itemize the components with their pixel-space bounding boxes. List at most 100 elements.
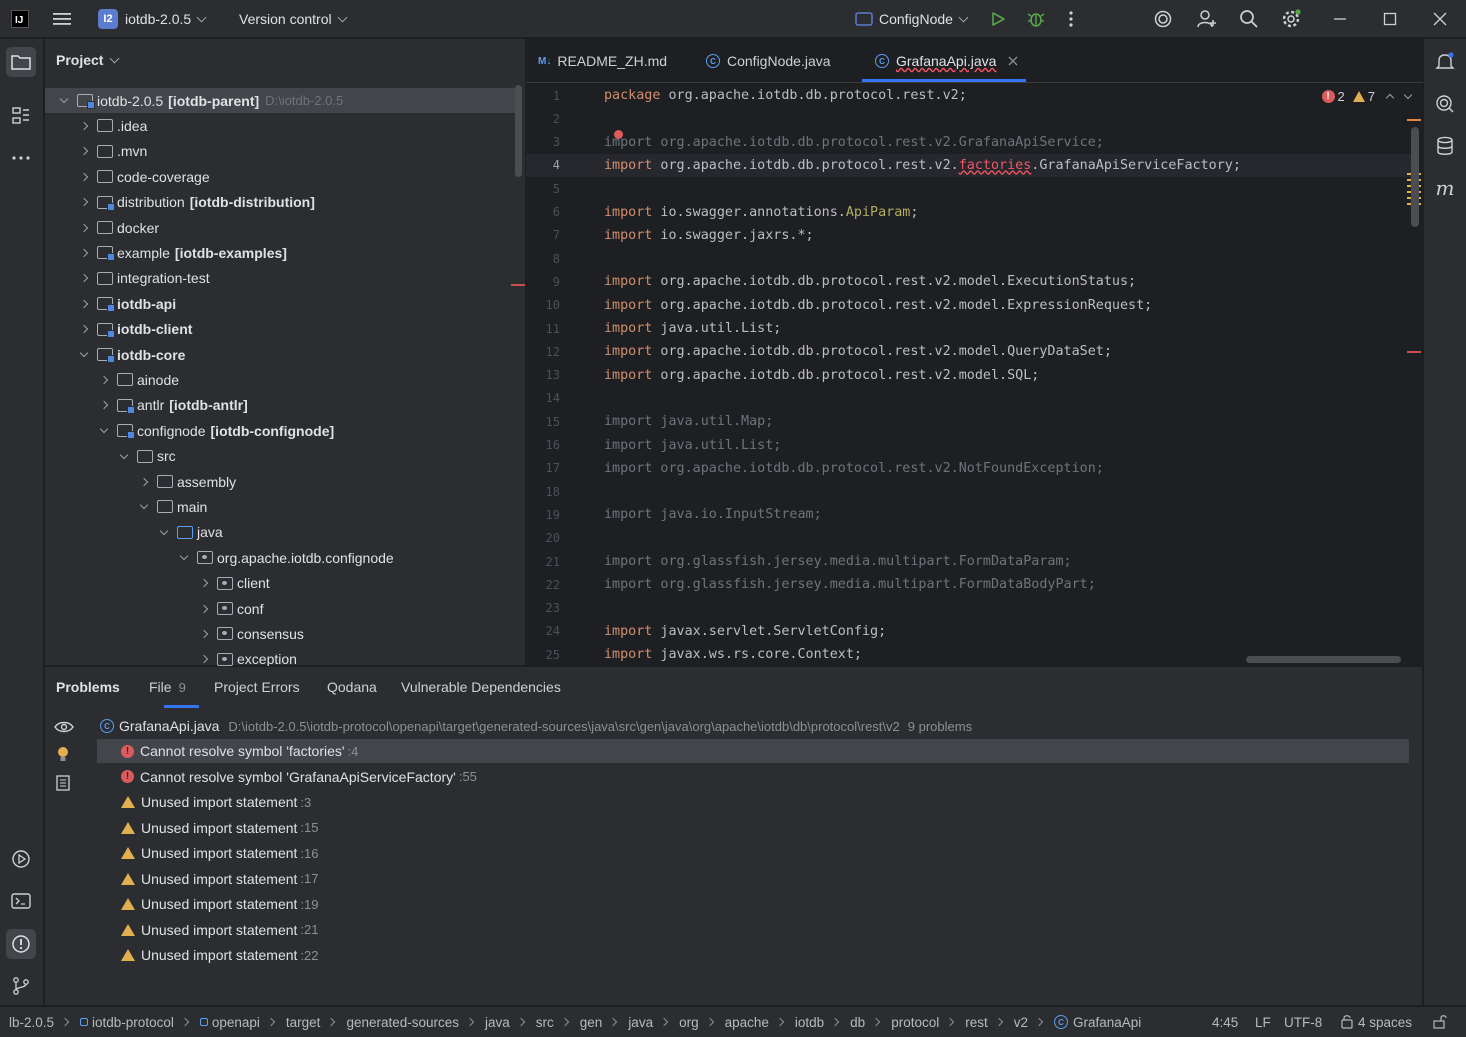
search-everywhere-button[interactable]: [1239, 0, 1259, 38]
structure-tool-button[interactable]: [6, 101, 36, 131]
breadcrumb-item[interactable]: openapi: [199, 1015, 260, 1030]
code-line[interactable]: 16 import java.util.List;: [526, 434, 1411, 457]
tree-node[interactable]: src: [45, 444, 515, 469]
problem-item[interactable]: Unused import statement:21: [97, 918, 318, 942]
breadcrumb-item[interactable]: iotdb-protocol: [80, 1015, 174, 1030]
chevron-right-icon[interactable]: [77, 271, 91, 285]
breadcrumb-item[interactable]: rest: [965, 1015, 988, 1030]
file-encoding[interactable]: UTF-8: [1284, 1015, 1322, 1030]
breadcrumb-item[interactable]: target: [286, 1015, 321, 1030]
ai-chat-button[interactable]: [1430, 89, 1460, 119]
breadcrumb-item[interactable]: db: [850, 1015, 865, 1030]
chevron-right-icon[interactable]: [197, 576, 211, 590]
code-line[interactable]: 14: [526, 387, 1411, 410]
code-line[interactable]: 2: [526, 107, 1411, 130]
tree-node[interactable]: integration-test: [45, 266, 515, 291]
code-line[interactable]: 9 import org.apache.iotdb.db.protocol.res…: [526, 270, 1411, 293]
caret-position[interactable]: 4:45: [1212, 1015, 1238, 1030]
code-line[interactable]: 17 import org.apache.iotdb.db.protocol.re…: [526, 457, 1411, 480]
chevron-right-icon[interactable]: [77, 144, 91, 158]
code-line[interactable]: 13 import org.apache.iotdb.db.protocol.re…: [526, 364, 1411, 387]
code-line[interactable]: 15 import java.util.Map;: [526, 410, 1411, 433]
problem-item[interactable]: Unused import statement:3: [97, 790, 311, 814]
breadcrumb-item[interactable]: C GrafanaApi: [1054, 1015, 1141, 1030]
tab-confignode[interactable]: C ConfigNode.java: [706, 39, 831, 83]
intention-bulb-icon[interactable]: [614, 130, 623, 139]
app-logo[interactable]: IJ: [11, 0, 29, 38]
problem-item[interactable]: Unused import statement:15: [97, 816, 318, 840]
tree-node[interactable]: .mvn: [45, 139, 515, 164]
tab-vulnerable-dependencies[interactable]: Vulnerable Dependencies: [401, 667, 561, 707]
chevron-right-icon[interactable]: [137, 475, 151, 489]
chevron-right-icon[interactable]: [97, 398, 111, 412]
tree-node[interactable]: iotdb-api: [45, 291, 515, 316]
tab-project-errors[interactable]: Project Errors: [214, 667, 300, 707]
problem-item[interactable]: Unused import statement:17: [97, 867, 318, 891]
code-line[interactable]: 22 import org.glassfish.jersey.media.mult…: [526, 573, 1411, 596]
chevron-right-icon[interactable]: [197, 652, 211, 666]
tree-node[interactable]: code-coverage: [45, 164, 515, 189]
chevron-right-icon[interactable]: [77, 195, 91, 209]
chevron-down-icon[interactable]: [77, 348, 91, 362]
problems-tool-button[interactable]: [6, 929, 36, 959]
tree-node[interactable]: main: [45, 494, 515, 519]
debug-button[interactable]: [1027, 0, 1045, 38]
code-line[interactable]: 6 import io.swagger.annotations.ApiParam;: [526, 201, 1411, 224]
tree-node[interactable]: example [iotdb-examples]: [45, 240, 515, 265]
code-line[interactable]: 11 import java.util.List;: [526, 317, 1411, 340]
chevron-right-icon[interactable]: [77, 221, 91, 235]
breadcrumb-item[interactable]: java: [628, 1015, 653, 1030]
tab-readme[interactable]: M↓ README_ZH.md: [538, 39, 667, 83]
tree-node[interactable]: confignode [iotdb-confignode]: [45, 418, 515, 443]
tree-node[interactable]: org.apache.iotdb.confignode: [45, 545, 515, 570]
breadcrumb-item[interactable]: apache: [725, 1015, 769, 1030]
tab-problems[interactable]: Problems: [56, 667, 120, 707]
tree-node[interactable]: client: [45, 571, 515, 596]
editor-horizontal-scrollbar[interactable]: [1246, 656, 1401, 663]
minimize-button[interactable]: [1333, 0, 1347, 38]
project-selector[interactable]: I2 iotdb-2.0.5: [98, 0, 207, 38]
maximize-button[interactable]: [1383, 0, 1397, 38]
line-separator[interactable]: LF: [1255, 1015, 1271, 1030]
breadcrumb-item[interactable]: org: [679, 1015, 699, 1030]
notifications-button[interactable]: [1430, 47, 1460, 77]
read-only-toggle[interactable]: [1433, 1015, 1447, 1029]
code-line[interactable]: 20: [526, 527, 1411, 550]
code-line[interactable]: 19 import java.io.InputStream;: [526, 503, 1411, 526]
code-line[interactable]: 21 import org.glassfish.jersey.media.mult…: [526, 550, 1411, 573]
run-button[interactable]: [990, 0, 1006, 38]
breadcrumb-item[interactable]: iotdb: [795, 1015, 824, 1030]
settings-button[interactable]: [1281, 0, 1301, 38]
close-window-button[interactable]: [1433, 0, 1447, 38]
ai-assistant-button[interactable]: [1153, 0, 1173, 38]
chevron-down-icon[interactable]: [137, 500, 151, 514]
breadcrumb-item[interactable]: v2: [1014, 1015, 1028, 1030]
maven-button[interactable]: m: [1430, 173, 1460, 203]
tab-qodana[interactable]: Qodana: [327, 667, 377, 707]
more-actions-button[interactable]: [1066, 0, 1076, 38]
breadcrumb-item[interactable]: gen: [580, 1015, 603, 1030]
code-line[interactable]: 1 package org.apache.iotdb.db.protocol.re…: [526, 84, 1411, 107]
tree-node[interactable]: .idea: [45, 113, 515, 138]
code-line[interactable]: 10 import org.apache.iotdb.db.protocol.re…: [526, 294, 1411, 317]
chevron-right-icon[interactable]: [77, 119, 91, 133]
tree-node[interactable]: iotdb-core: [45, 342, 515, 367]
code-line[interactable]: 7 import io.swagger.jaxrs.*;: [526, 224, 1411, 247]
breadcrumb-item[interactable]: generated-sources: [346, 1015, 459, 1030]
chevron-down-icon[interactable]: [177, 551, 191, 565]
main-menu-button[interactable]: [52, 0, 72, 38]
project-view-selector[interactable]: Project: [56, 52, 120, 68]
code-line[interactable]: 24 import javax.servlet.ServletConfig;: [526, 620, 1411, 643]
code-line[interactable]: 12 import org.apache.iotdb.db.protocol.re…: [526, 340, 1411, 363]
code-line[interactable]: 3 import org.apache.iotdb.db.protocol.res…: [526, 131, 1411, 154]
code-line[interactable]: 23: [526, 597, 1411, 620]
more-tools-button[interactable]: [6, 143, 36, 173]
tree-node[interactable]: iotdb-client: [45, 317, 515, 342]
project-tool-button[interactable]: [6, 47, 36, 77]
services-tool-button[interactable]: [6, 844, 36, 874]
terminal-tool-button[interactable]: [6, 886, 36, 916]
problem-item[interactable]: ! Cannot resolve symbol 'GrafanaApiServic…: [97, 765, 477, 789]
chevron-right-icon[interactable]: [197, 627, 211, 641]
problem-item[interactable]: Unused import statement:16: [97, 841, 318, 865]
chevron-right-icon[interactable]: [77, 297, 91, 311]
